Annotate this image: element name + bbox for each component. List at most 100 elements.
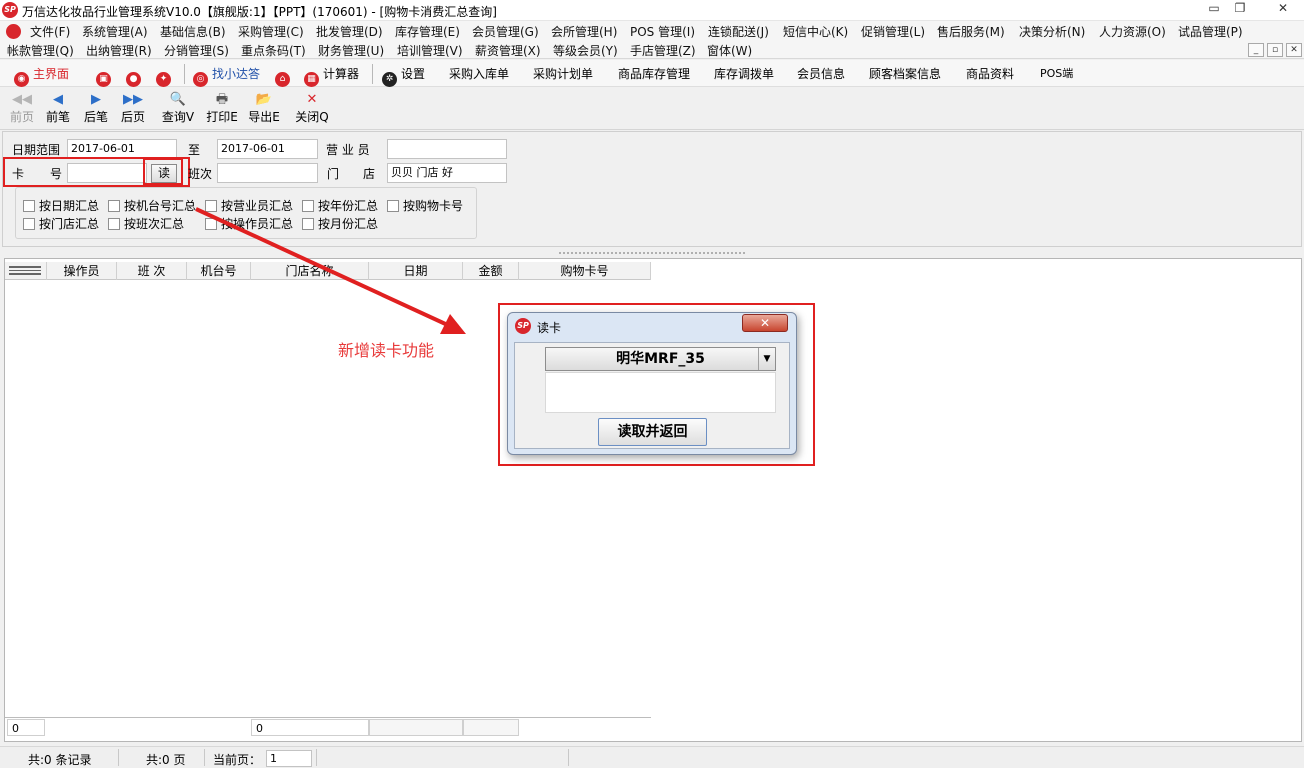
menu-finance[interactable]: 财务管理(U)	[318, 42, 384, 59]
column-date[interactable]: 日期	[369, 262, 463, 280]
calculator-icon: ▦	[304, 72, 319, 87]
salesperson-field[interactable]	[387, 139, 507, 159]
next-page-button[interactable]: ▶▶ 后页	[116, 91, 150, 125]
export-button[interactable]: 📂 导出E	[245, 91, 283, 125]
checkbox-by-store[interactable]: 按门店汇总	[23, 215, 99, 232]
toolbar-separator	[372, 64, 373, 84]
card-reader-select[interactable]: 明华MRF_35 ▼	[545, 347, 776, 371]
link-member-info[interactable]: 会员信息	[797, 65, 845, 83]
link-product-data[interactable]: 商品资料	[966, 65, 1014, 83]
column-store-name[interactable]: 门店名称	[251, 262, 369, 280]
column-operator[interactable]: 操作员	[47, 262, 117, 280]
menu-level-member[interactable]: 等级会员(Y)	[553, 42, 618, 59]
restore-icon[interactable]: ❐	[1227, 0, 1253, 18]
status-divider	[316, 749, 317, 766]
menu-system[interactable]: 系统管理(A)	[82, 23, 148, 40]
link-stock-management[interactable]: 商品库存管理	[618, 65, 690, 83]
menu-inventory[interactable]: 库存管理(E)	[395, 23, 460, 40]
menu-accounts[interactable]: 帐款管理(Q)	[7, 42, 74, 59]
link-customer-profile[interactable]: 顾客档案信息	[869, 65, 941, 83]
menu-club[interactable]: 会所管理(H)	[551, 23, 617, 40]
menu-hr[interactable]: 人力资源(O)	[1099, 23, 1166, 40]
menu-decision[interactable]: 决策分析(N)	[1019, 23, 1085, 40]
shift-field[interactable]	[217, 163, 318, 183]
settings-button[interactable]: ✲ 设置	[382, 65, 425, 87]
link-purchase-receipt[interactable]: 采购入库单	[449, 65, 509, 83]
menu-member[interactable]: 会员管理(G)	[472, 23, 539, 40]
column-card-number[interactable]: 购物卡号	[519, 262, 651, 280]
menu-pos[interactable]: POS 管理(I)	[630, 23, 695, 40]
menu-file[interactable]: 文件(F)	[30, 23, 70, 40]
footer-sum: 0	[251, 719, 369, 736]
link-stock-transfer[interactable]: 库存调拨单	[714, 65, 774, 83]
summary-options-group: 按日期汇总 按机台号汇总 按营业员汇总 按年份汇总 按购物卡号 按门店汇总 按班…	[15, 187, 477, 239]
annotation-label: 新增读卡功能	[338, 341, 435, 360]
calculator-button[interactable]: ▦ 计算器	[304, 65, 359, 87]
date-from-field[interactable]: 2017-06-01	[67, 139, 177, 159]
home-compass-icon: ◉	[14, 72, 29, 87]
prev-record-button[interactable]: ◀ 前笔	[41, 91, 75, 125]
minimize-icon[interactable]: ▭	[1201, 0, 1227, 18]
status-divider	[204, 749, 205, 766]
menu-training[interactable]: 培训管理(V)	[397, 42, 463, 59]
next-record-button[interactable]: ▶ 后笔	[79, 91, 113, 125]
mdi-close-icon[interactable]: ✕	[1286, 43, 1302, 57]
column-machine[interactable]: 机台号	[187, 262, 251, 280]
checkbox-by-year[interactable]: 按年份汇总	[302, 197, 378, 214]
menu-purchase[interactable]: 采购管理(C)	[238, 23, 304, 40]
mdi-minimize-icon[interactable]: _	[1248, 43, 1264, 57]
menu-promotion[interactable]: 促销管理(L)	[861, 23, 925, 40]
date-to-field[interactable]: 2017-06-01	[217, 139, 318, 159]
dialog-close-icon[interactable]: ✕	[742, 314, 788, 332]
dialog-logo-icon: SP	[515, 318, 531, 334]
read-and-return-button[interactable]: 读取并返回	[598, 418, 707, 446]
checkbox-by-salesperson[interactable]: 按营业员汇总	[205, 197, 293, 214]
grid-row-selector-header[interactable]	[5, 262, 47, 280]
prev-page-button[interactable]: ◀◀ 前页	[5, 91, 39, 125]
lock-button[interactable]: ▣	[96, 65, 115, 87]
find-helper-button[interactable]: ◎ 找小达答	[193, 65, 260, 87]
dialog-body: 明华MRF_35 ▼ 读取并返回	[514, 342, 790, 449]
checkbox-by-month[interactable]: 按月份汇总	[302, 215, 378, 232]
find-icon: ◎	[193, 72, 208, 87]
store-field[interactable]: 贝贝 门店 好	[387, 163, 507, 183]
next-page-icon: ▶▶	[123, 92, 143, 107]
menu-after-sales[interactable]: 售后服务(M)	[937, 23, 1005, 40]
close-button[interactable]: ✕ 关闭Q	[293, 91, 331, 125]
row-selector-icon	[9, 266, 41, 275]
close-window-icon[interactable]: ✕	[1266, 0, 1300, 18]
checkbox-by-card-number[interactable]: 按购物卡号	[387, 197, 463, 214]
home-button[interactable]: ◉ 主界面	[14, 65, 69, 87]
store-label: 门	[327, 167, 340, 181]
current-page-input[interactable]: 1	[266, 750, 312, 767]
print-button[interactable]: 🖶 打印E	[203, 91, 241, 125]
menu-window[interactable]: 窗体(W)	[707, 42, 752, 59]
menu-basic-info[interactable]: 基础信息(B)	[160, 23, 226, 40]
link-purchase-plan[interactable]: 采购计划单	[533, 65, 593, 83]
column-shift[interactable]: 班 次	[117, 262, 187, 280]
menu-key-barcode[interactable]: 重点条码(T)	[241, 42, 306, 59]
checkbox-by-machine[interactable]: 按机台号汇总	[108, 197, 196, 214]
menu-cashier[interactable]: 出纳管理(R)	[86, 42, 152, 59]
menu-payroll[interactable]: 薪资管理(X)	[475, 42, 541, 59]
menu-distribution[interactable]: 分销管理(S)	[164, 42, 229, 59]
menu-store[interactable]: 手店管理(Z)	[630, 42, 696, 59]
menu-wholesale[interactable]: 批发管理(D)	[316, 23, 383, 40]
grid-footer: 0 0	[5, 717, 651, 737]
date-range-label: 日期范围	[12, 143, 61, 157]
menu-chain-delivery[interactable]: 连锁配送(J)	[708, 23, 769, 40]
checkbox-by-shift[interactable]: 按班次汇总	[108, 215, 184, 232]
mdi-restore-icon[interactable]: ▫	[1267, 43, 1283, 57]
title-bar: SP 万信达化妆品行业管理系统V10.0【旗舰版:1】【PPT】(170601)…	[0, 0, 1304, 21]
column-amount[interactable]: 金额	[463, 262, 519, 280]
checkbox-by-operator[interactable]: 按操作员汇总	[205, 215, 293, 232]
checkbox-by-date[interactable]: 按日期汇总	[23, 197, 99, 214]
panel-splitter-handle[interactable]	[558, 251, 746, 255]
tips-button[interactable]: ✦	[156, 65, 175, 87]
link-pos[interactable]: POS端	[1040, 65, 1073, 83]
menu-trial[interactable]: 试品管理(P)	[1178, 23, 1243, 40]
menu-sms[interactable]: 短信中心(K)	[783, 23, 848, 40]
chat-button[interactable]: ●	[126, 65, 145, 87]
house-button[interactable]: ⌂	[275, 65, 294, 87]
query-button[interactable]: 🔍 查询V	[158, 91, 198, 125]
